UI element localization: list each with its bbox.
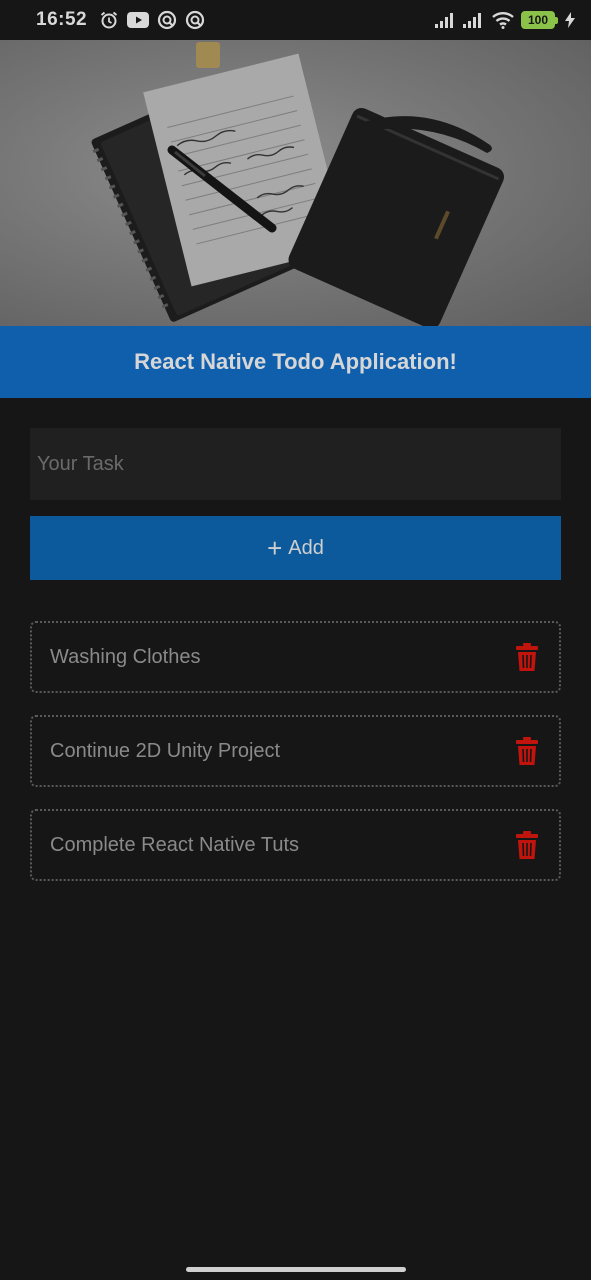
- app-header: React Native Todo Application!: [0, 326, 591, 398]
- task-text: Washing Clothes: [50, 645, 201, 668]
- status-time: 16:52: [36, 9, 88, 30]
- plus-icon: +: [267, 533, 283, 563]
- task-item[interactable]: Washing Clothes: [30, 621, 561, 693]
- app-screen: 16:52 100 React Native Todo Application!…: [0, 0, 591, 1280]
- app-title: React Native Todo Application!: [134, 349, 457, 374]
- task-text: Complete React Native Tuts: [50, 833, 299, 856]
- status-notification-icons: [99, 10, 205, 30]
- task-list: Washing Clothes Continue 2D Unity Projec…: [30, 621, 561, 903]
- wifi-icon: [491, 11, 515, 29]
- hero-image: [0, 40, 591, 326]
- alarm-icon: [99, 10, 119, 30]
- app-icon: [185, 10, 205, 30]
- trash-icon[interactable]: [513, 829, 541, 861]
- status-system-icons: 100: [435, 11, 575, 29]
- trash-icon[interactable]: [513, 641, 541, 673]
- task-item[interactable]: Continue 2D Unity Project: [30, 715, 561, 787]
- add-task-button[interactable]: + Add: [30, 516, 561, 580]
- app-icon: [157, 10, 177, 30]
- home-indicator[interactable]: [186, 1267, 406, 1272]
- youtube-icon: [127, 12, 150, 28]
- task-item[interactable]: Complete React Native Tuts: [30, 809, 561, 881]
- add-button-label: Add: [288, 536, 324, 559]
- charging-icon: [565, 12, 575, 28]
- signal-icon: [435, 12, 457, 28]
- battery-icon: 100: [521, 11, 558, 29]
- status-bar: 16:52 100: [0, 0, 591, 40]
- trash-icon[interactable]: [513, 735, 541, 767]
- task-input[interactable]: [30, 428, 561, 500]
- task-text: Continue 2D Unity Project: [50, 739, 281, 762]
- signal-icon: [463, 12, 485, 28]
